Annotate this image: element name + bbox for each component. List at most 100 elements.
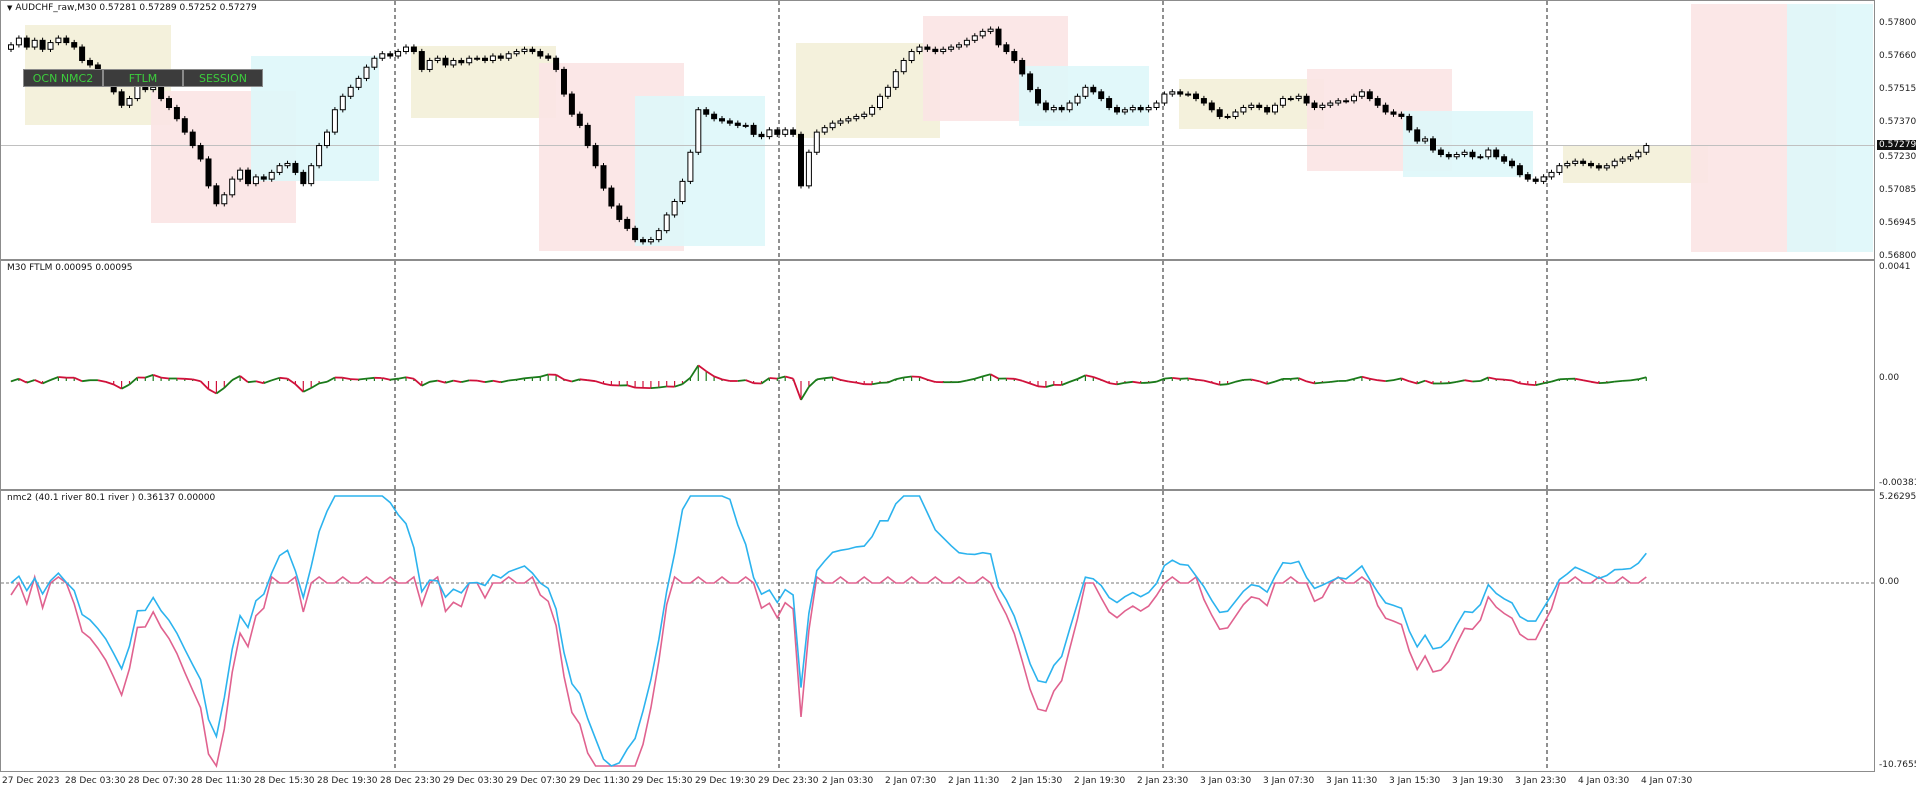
- session-button[interactable]: SESSION: [183, 69, 263, 87]
- ftlm-signal-line: [974, 375, 983, 380]
- ftlm-signal-line: [1108, 382, 1118, 386]
- ftlm-signal-line: [808, 378, 818, 388]
- ftlm-signal-line: [50, 376, 59, 381]
- candle-body: [1374, 98, 1381, 106]
- price-chart-canvas[interactable]: [1, 1, 1875, 260]
- ftlm-signal-line: [1361, 375, 1371, 380]
- ftlm-signal-line: [571, 378, 581, 383]
- ftlm-signal-line: [208, 388, 217, 395]
- time-axis-label: 2 Jan 19:30: [1074, 776, 1126, 786]
- candle-body: [1595, 165, 1602, 169]
- ftlm-signal-line: [160, 376, 170, 380]
- time-axis-label: 28 Dec 03:30: [65, 776, 126, 786]
- ftlm-signal-line: [579, 378, 588, 382]
- ftlm-signal-line: [713, 375, 723, 381]
- candle-body: [260, 176, 267, 180]
- candle-body: [1050, 106, 1057, 111]
- candle-body: [608, 187, 615, 207]
- candle-body: [711, 113, 718, 120]
- candle-body: [276, 165, 283, 173]
- ftlm-signal-line: [326, 376, 336, 383]
- candle-body: [1248, 104, 1255, 108]
- ftlm-signal-line: [1266, 380, 1276, 385]
- candle-body: [892, 71, 899, 88]
- candle-body: [158, 86, 165, 100]
- candle-body: [1477, 156, 1484, 159]
- time-axis-label: 27 Dec 2023: [2, 776, 60, 786]
- ftlm-signal-line: [705, 370, 715, 378]
- candle-body: [1627, 156, 1634, 160]
- ftlm-signal-line: [1069, 378, 1078, 383]
- ftlm-signal-line: [223, 379, 233, 389]
- candle-body: [616, 205, 623, 220]
- candle-body: [363, 66, 370, 79]
- ftlm-signal-line: [255, 380, 265, 385]
- candle-body: [1003, 44, 1010, 53]
- candle-body: [1540, 176, 1547, 182]
- ftlm-signal-line: [1416, 379, 1426, 385]
- candle-body: [1161, 93, 1168, 104]
- ftlm-signal-line: [1409, 380, 1418, 385]
- ftlm-signal-line: [1306, 380, 1315, 385]
- nmc2-chart-canvas[interactable]: [1, 491, 1875, 772]
- ftlm-signal-line: [848, 380, 857, 384]
- candle-body: [829, 122, 836, 129]
- candle-body: [347, 86, 354, 97]
- collapse-triangle-icon[interactable]: ▼: [7, 4, 12, 12]
- chart-window[interactable]: ▼ AUDCHF_raw,M30 0.57281 0.57289 0.57252 …: [0, 0, 1916, 793]
- nmc2-pane[interactable]: nmc2 (40.1 river 80.1 river ) 0.36137 0.…: [0, 490, 1875, 772]
- time-axis-label: 29 Dec 23:30: [758, 776, 819, 786]
- candle-body: [1524, 174, 1531, 180]
- price-axis[interactable]: 0.57800 0.57660 0.57515 0.57370 0.57279 …: [1875, 0, 1916, 261]
- ftlm-signal-line: [1314, 381, 1323, 385]
- chart-title: ▼ AUDCHF_raw,M30 0.57281 0.57289 0.57252 …: [7, 3, 257, 13]
- time-axis-label: 3 Jan 03:30: [1200, 776, 1252, 786]
- time-axis-label: 28 Dec 15:30: [254, 776, 315, 786]
- ftlm-signal-line: [1393, 377, 1402, 381]
- candle-body: [1121, 109, 1128, 113]
- candle-body: [1027, 73, 1034, 91]
- ftlm-chart-canvas[interactable]: [1, 261, 1875, 490]
- price-pane[interactable]: ▼ AUDCHF_raw,M30 0.57281 0.57289 0.57252 …: [0, 0, 1875, 260]
- ftlm-signal-line: [1061, 381, 1070, 386]
- ftlm-pane[interactable]: M30 FTLM 0.00095 0.00095: [0, 260, 1875, 490]
- ftlm-signal-line: [784, 375, 794, 380]
- candle-body: [1619, 158, 1626, 162]
- ftlm-signal-line: [1251, 378, 1260, 383]
- session-box: [1563, 145, 1708, 183]
- ftlm-signal-line: [1535, 382, 1544, 386]
- time-axis[interactable]: 27 Dec 2023 28 Dec 03:30 28 Dec 07:30 28 De…: [0, 772, 1875, 793]
- candle-body: [1232, 111, 1239, 117]
- ftlm-signal-line: [294, 383, 304, 393]
- ftlm-signal-line: [626, 384, 636, 389]
- ftlm-signal-line: [792, 378, 802, 401]
- candle-body: [1090, 86, 1097, 93]
- ocn-nmc2-button[interactable]: OCN NMC2: [23, 69, 103, 87]
- candle-body: [1327, 102, 1334, 106]
- candle-body: [1532, 178, 1539, 182]
- candle-body: [869, 106, 876, 115]
- nmc2-axis[interactable]: 5.26295 0.00 -10.76555: [1875, 490, 1916, 772]
- candle-body: [55, 37, 62, 44]
- candle-body: [877, 95, 883, 108]
- ftlm-axis[interactable]: 0.0041 0.00 -0.00381: [1875, 260, 1916, 490]
- ftlm-signal-line: [1488, 376, 1497, 380]
- candle-body: [845, 118, 852, 122]
- candle-body: [482, 57, 488, 61]
- ftlm-axis-label: -0.00381: [1879, 478, 1916, 488]
- time-axis-label: 28 Dec 19:30: [317, 776, 378, 786]
- ftlm-button[interactable]: FTLM: [103, 69, 183, 87]
- candle-body: [884, 86, 891, 97]
- ftlm-signal-line: [1085, 374, 1094, 378]
- ftlm-signal-line: [919, 376, 928, 381]
- candle-body: [1461, 151, 1468, 156]
- ftlm-signal-line: [966, 377, 975, 382]
- candle-body: [1145, 106, 1152, 111]
- candle-body: [1224, 115, 1231, 118]
- ftlm-signal-line: [1029, 382, 1039, 388]
- candle-body: [853, 115, 860, 120]
- ftlm-signal-line: [1195, 378, 1205, 382]
- candle-body: [245, 169, 251, 185]
- ftlm-signal-line: [563, 378, 573, 383]
- price-axis-label: 0.56945: [1879, 218, 1916, 228]
